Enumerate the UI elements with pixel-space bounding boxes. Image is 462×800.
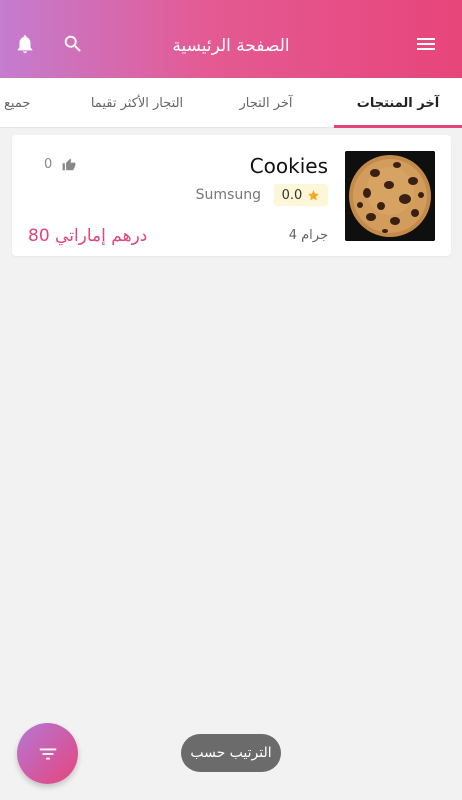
merchant-name: Sumsung bbox=[195, 187, 261, 203]
tab-bar: آخر المنتجات آخر التجار التجار الأكثر تق… bbox=[0, 78, 462, 128]
star-icon bbox=[308, 189, 320, 200]
tab-all[interactable]: جميع bbox=[0, 78, 40, 128]
tab-label: آخر المنتجات bbox=[356, 95, 440, 111]
page-title: الصفحة الرئيسية bbox=[172, 36, 290, 56]
tab-top-rated-merchants[interactable]: التجار الأكثر تقيما bbox=[72, 78, 202, 128]
sort-by-button[interactable]: الترتيب حسب bbox=[181, 734, 281, 772]
rating-badge: 0.0 bbox=[274, 184, 328, 206]
like-control[interactable]: 0 bbox=[44, 157, 76, 172]
product-card[interactable]: Cookies 0 Sumsung 0.0 80 درهم إماراتي 4 … bbox=[12, 135, 451, 256]
tab-latest-merchants[interactable]: آخر التجار bbox=[212, 78, 320, 128]
active-tab-indicator bbox=[334, 125, 462, 128]
rating-value: 0.0 bbox=[281, 187, 303, 203]
tab-label: التجار الأكثر تقيما bbox=[90, 95, 184, 111]
app-bar: الصفحة الرئيسية bbox=[0, 0, 462, 78]
like-count: 0 bbox=[44, 157, 53, 172]
thumb-up-icon bbox=[62, 158, 76, 170]
cookie-image bbox=[345, 151, 435, 241]
product-weight: 4 جرام bbox=[288, 228, 328, 243]
filter-button[interactable] bbox=[17, 723, 78, 784]
filter-icon bbox=[39, 748, 56, 759]
tab-label: جميع bbox=[4, 95, 31, 111]
tab-label: آخر التجار bbox=[239, 95, 293, 111]
menu-button[interactable] bbox=[412, 30, 440, 58]
sort-label: الترتيب حسب bbox=[190, 745, 272, 761]
product-name: Cookies bbox=[249, 154, 328, 178]
tab-latest-products[interactable]: آخر المنتجات bbox=[334, 78, 462, 128]
product-price: 80 درهم إماراتي bbox=[28, 226, 148, 246]
menu-icon bbox=[417, 38, 435, 50]
product-image bbox=[345, 151, 435, 241]
